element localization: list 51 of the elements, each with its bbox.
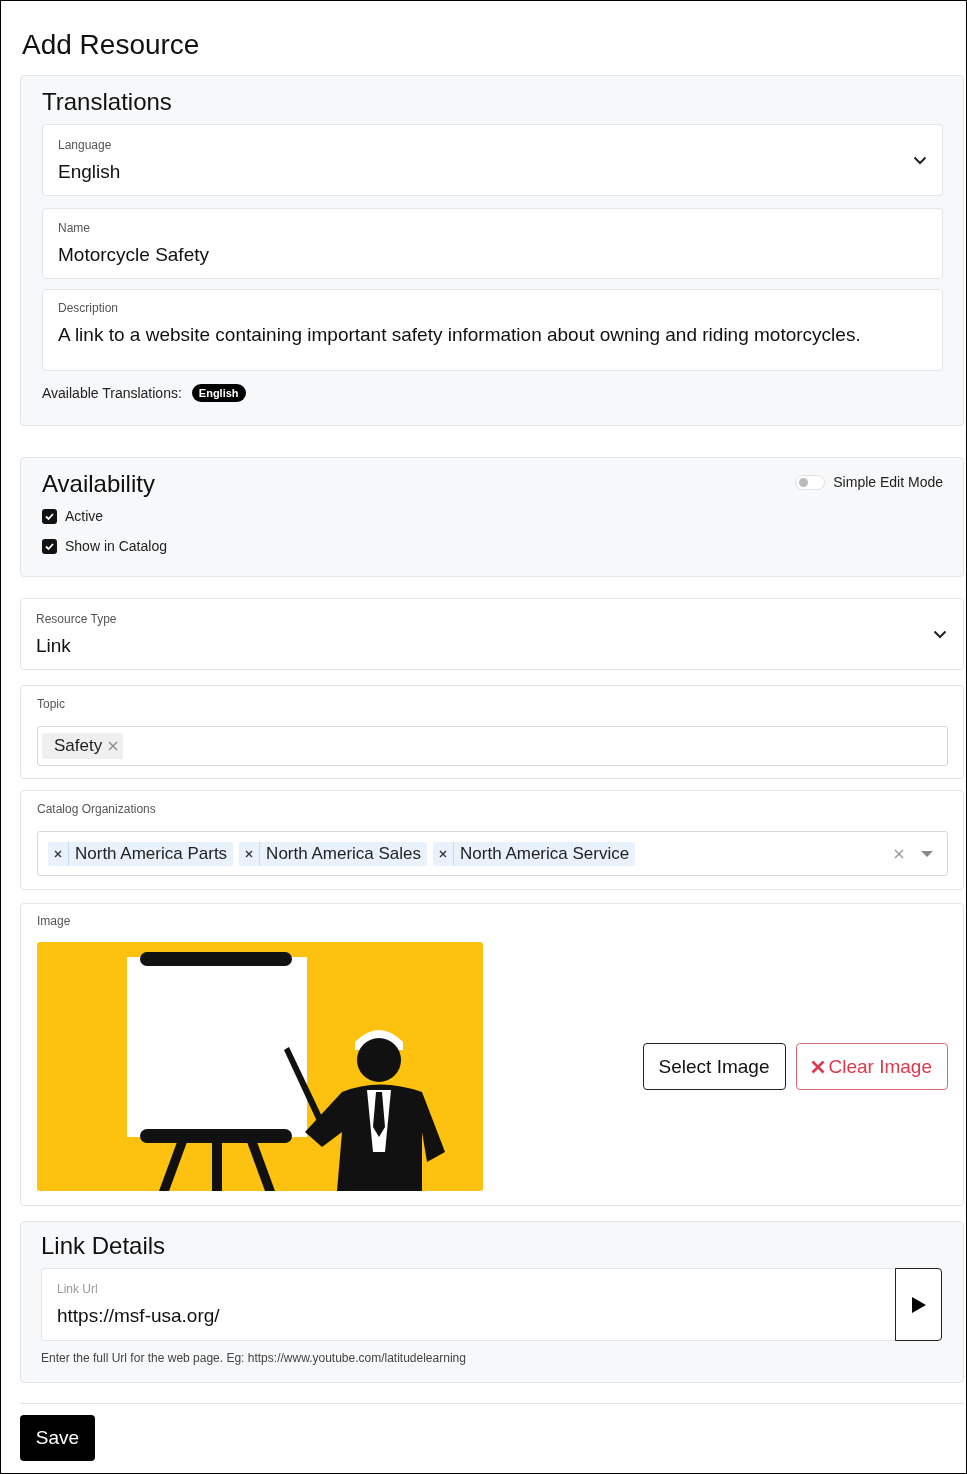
field-label: Link Url [57, 1282, 99, 1296]
topic-input[interactable]: Safety [37, 726, 948, 766]
remove-icon [54, 849, 62, 858]
checkbox-label: Show in Catalog [65, 538, 167, 554]
field-label: Resource Type [36, 611, 118, 626]
toggle-label: Simple Edit Mode [833, 474, 943, 490]
resource-type-select[interactable]: Resource Type Link [20, 598, 964, 670]
chevron-down-icon [913, 155, 927, 165]
field-label: Language [58, 137, 113, 152]
section-title: Link Details [41, 1232, 167, 1260]
clear-image-button[interactable]: Clear Image [795, 1043, 948, 1090]
clear-icon [894, 848, 904, 859]
field-label: Name [58, 221, 91, 235]
open-link-button[interactable] [895, 1268, 942, 1341]
tag-label: North America Service [459, 842, 631, 865]
close-icon [810, 1059, 825, 1074]
field-label: Description [58, 301, 120, 315]
page-title: Add Resource [22, 29, 201, 61]
remove-icon [108, 741, 119, 751]
play-icon [911, 1296, 926, 1313]
dropdown-arrow-icon [921, 850, 933, 857]
available-translations-label: Available Translations: [42, 385, 182, 401]
checkbox[interactable] [42, 538, 57, 554]
description-field[interactable]: Description A link to a website containing important safety information about owning and riding motorcycles. [42, 289, 943, 371]
hint-text: Enter the full Url for the web page. Eg: https://www.youtube.com/latitudelearning [41, 1351, 467, 1365]
organizations-select[interactable]: North America Parts North America Sales North America Service [37, 831, 948, 876]
save-button[interactable]: Save [20, 1415, 95, 1461]
language-badge: English [191, 384, 246, 402]
checkbox[interactable] [42, 508, 57, 524]
field-value: https://msf-usa.org/ [57, 1305, 221, 1327]
remove-icon [439, 849, 448, 858]
field-value: English [58, 160, 122, 183]
toggle-switch[interactable] [795, 474, 826, 490]
remove-icon [245, 849, 254, 858]
tag-label: North America Parts [74, 842, 229, 865]
field-value: Motorcycle Safety [58, 244, 210, 266]
field-label: Image [37, 914, 72, 928]
select-image-button[interactable]: Select Image [642, 1043, 786, 1090]
section-title: Availability [42, 470, 155, 498]
tag-label: Safety [54, 736, 103, 756]
checkbox-label: Active [65, 508, 104, 524]
language-select[interactable]: Language English [42, 124, 943, 196]
section-title: Translations [42, 88, 173, 116]
name-field[interactable]: Name Motorcycle Safety [42, 208, 943, 279]
chevron-down-icon [933, 629, 947, 639]
field-value: Link [36, 634, 72, 657]
link-url-field[interactable]: Link Url https://msf-usa.org/ [41, 1268, 895, 1341]
tag-label: North America Sales [265, 842, 423, 865]
field-value: A link to a website containing important safety information about owning and riding motorcycles. [58, 324, 862, 346]
field-label: Catalog Organizations [37, 802, 157, 816]
field-label: Topic [37, 697, 66, 711]
